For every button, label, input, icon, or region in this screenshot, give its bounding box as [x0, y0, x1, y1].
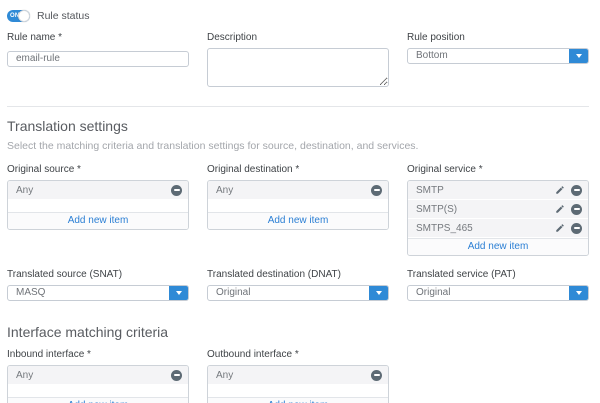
original-destination-field: Original destination * Any Add new item — [207, 164, 389, 230]
chevron-down-icon — [176, 291, 182, 295]
add-new-item-button[interactable]: Add new item — [208, 212, 388, 229]
remove-item-icon[interactable] — [571, 223, 582, 234]
translated-service-dropdown-button[interactable] — [569, 286, 588, 300]
remove-item-icon[interactable] — [571, 204, 582, 215]
rule-status-toggle[interactable]: ON — [7, 10, 30, 22]
item-label: Any — [216, 370, 371, 381]
add-new-item-button[interactable]: Add new item — [408, 238, 588, 255]
edit-item-icon[interactable] — [555, 204, 565, 214]
original-source-field: Original source * Any Add new item — [7, 164, 189, 230]
translated-source-dropdown-button[interactable] — [169, 286, 188, 300]
original-destination-box: Any Add new item — [207, 180, 389, 230]
item-label: SMTP — [416, 185, 555, 196]
inbound-interface-box: Any Add new item — [7, 365, 189, 403]
outbound-interface-box: Any Add new item — [207, 365, 389, 403]
translated-source-field: Translated source (SNAT) MASQ — [7, 269, 189, 301]
translation-settings-subtitle: Select the matching criteria and transla… — [7, 140, 589, 152]
add-new-item-button[interactable]: Add new item — [8, 397, 188, 403]
rule-position-label: Rule position — [407, 32, 589, 43]
description-textarea[interactable] — [207, 48, 389, 87]
translated-source-select[interactable]: MASQ — [7, 285, 189, 301]
description-field: Description — [207, 32, 389, 92]
rule-name-label: Rule name * — [7, 32, 189, 43]
translated-source-value: MASQ — [8, 286, 169, 300]
rule-position-dropdown-button[interactable] — [569, 49, 588, 63]
rule-position-field: Rule position Bottom — [407, 32, 589, 64]
rule-status-row: ON Rule status — [7, 10, 589, 22]
list-spacer — [208, 385, 388, 397]
list-item: Any — [208, 181, 388, 199]
remove-item-icon[interactable] — [371, 185, 382, 196]
original-source-box: Any Add new item — [7, 180, 189, 230]
translated-destination-value: Original — [208, 286, 369, 300]
item-label: SMTPS_465 — [416, 223, 555, 234]
remove-item-icon[interactable] — [371, 370, 382, 381]
interface-matching-title: Interface matching criteria — [7, 324, 589, 340]
translated-destination-label: Translated destination (DNAT) — [207, 269, 389, 280]
translated-service-value: Original — [408, 286, 569, 300]
list-item: SMTP — [408, 181, 588, 199]
original-criteria-row: Original source * Any Add new item Origi… — [7, 164, 589, 256]
translated-service-select[interactable]: Original — [407, 285, 589, 301]
edit-item-icon[interactable] — [555, 223, 565, 233]
rule-name-field: Rule name * — [7, 32, 189, 67]
add-new-item-button[interactable]: Add new item — [8, 212, 188, 229]
rule-position-value: Bottom — [408, 49, 569, 63]
translated-service-label: Translated service (PAT) — [407, 269, 589, 280]
section-divider — [7, 106, 589, 107]
chevron-down-icon — [576, 291, 582, 295]
item-label: SMTP(S) — [416, 204, 555, 215]
list-item: Any — [208, 366, 388, 384]
chevron-down-icon — [376, 291, 382, 295]
original-service-box: SMTP SMTP(S) SMTPS_465 Add new item — [407, 180, 589, 256]
list-item: SMTPS_465 — [408, 219, 588, 237]
remove-item-icon[interactable] — [171, 185, 182, 196]
original-service-label: Original service * — [407, 164, 589, 175]
inbound-interface-field: Inbound interface * Any Add new item — [7, 349, 189, 403]
item-label: Any — [216, 185, 371, 196]
inbound-interface-label: Inbound interface * — [7, 349, 189, 360]
outbound-interface-field: Outbound interface * Any Add new item — [207, 349, 389, 403]
description-label: Description — [207, 32, 389, 43]
remove-item-icon[interactable] — [171, 370, 182, 381]
interface-row: Inbound interface * Any Add new item Out… — [7, 349, 589, 403]
remove-item-icon[interactable] — [571, 185, 582, 196]
list-item: SMTP(S) — [408, 200, 588, 218]
list-item: Any — [8, 366, 188, 384]
translated-destination-field: Translated destination (DNAT) Original — [207, 269, 389, 301]
translated-destination-dropdown-button[interactable] — [369, 286, 388, 300]
rule-status-label: Rule status — [37, 10, 90, 22]
chevron-down-icon — [576, 54, 582, 58]
list-spacer — [208, 200, 388, 212]
nat-rule-form: ON Rule status Rule name * Description R… — [0, 0, 600, 403]
translation-settings-title: Translation settings — [7, 118, 589, 134]
translated-row: Translated source (SNAT) MASQ Translated… — [7, 269, 589, 301]
translated-service-field: Translated service (PAT) Original — [407, 269, 589, 301]
rule-fields-row: Rule name * Description Rule position Bo… — [7, 32, 589, 92]
item-label: Any — [16, 185, 171, 196]
rule-name-input[interactable] — [7, 51, 189, 67]
original-destination-label: Original destination * — [207, 164, 389, 175]
list-spacer — [8, 200, 188, 212]
item-label: Any — [16, 370, 171, 381]
edit-item-icon[interactable] — [555, 185, 565, 195]
toggle-knob — [18, 10, 30, 22]
outbound-interface-label: Outbound interface * — [207, 349, 389, 360]
rule-position-select[interactable]: Bottom — [407, 48, 589, 64]
list-item: Any — [8, 181, 188, 199]
original-source-label: Original source * — [7, 164, 189, 175]
original-service-field: Original service * SMTP SMTP(S) SMTPS_46… — [407, 164, 589, 256]
list-spacer — [8, 385, 188, 397]
translated-source-label: Translated source (SNAT) — [7, 269, 189, 280]
translated-destination-select[interactable]: Original — [207, 285, 389, 301]
add-new-item-button[interactable]: Add new item — [208, 397, 388, 403]
